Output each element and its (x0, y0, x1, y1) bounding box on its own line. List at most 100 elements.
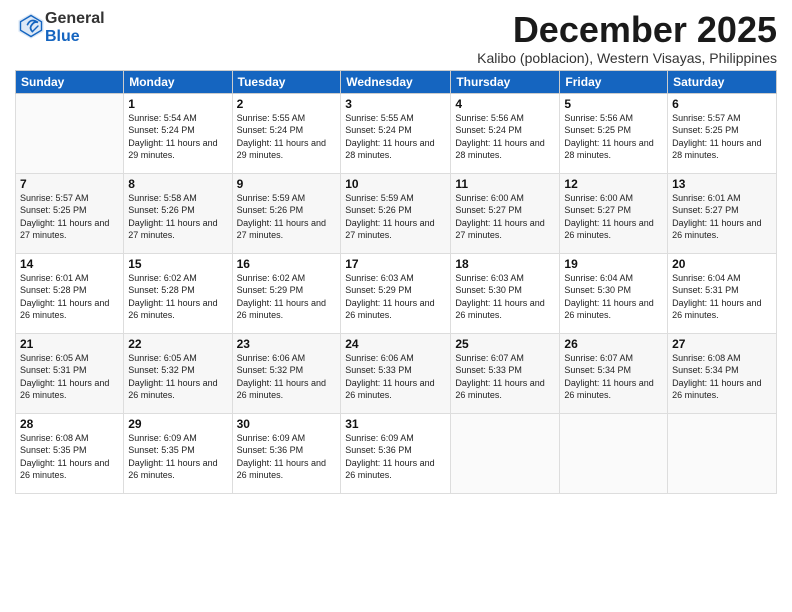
day-number: 26 (564, 337, 663, 351)
calendar-cell: 8Sunrise: 5:58 AM Sunset: 5:26 PM Daylig… (124, 173, 232, 253)
day-info: Sunrise: 5:59 AM Sunset: 5:26 PM Dayligh… (345, 192, 446, 242)
calendar-cell: 24Sunrise: 6:06 AM Sunset: 5:33 PM Dayli… (341, 333, 451, 413)
day-number: 17 (345, 257, 446, 271)
day-info: Sunrise: 5:54 AM Sunset: 5:24 PM Dayligh… (128, 112, 227, 162)
calendar-cell: 16Sunrise: 6:02 AM Sunset: 5:29 PM Dayli… (232, 253, 341, 333)
calendar-cell: 15Sunrise: 6:02 AM Sunset: 5:28 PM Dayli… (124, 253, 232, 333)
calendar-cell: 4Sunrise: 5:56 AM Sunset: 5:24 PM Daylig… (451, 93, 560, 173)
day-info: Sunrise: 5:56 AM Sunset: 5:24 PM Dayligh… (455, 112, 555, 162)
month-title: December 2025 (477, 10, 777, 50)
day-number: 30 (237, 417, 337, 431)
title-area: December 2025 Kalibo (poblacion), Wester… (477, 10, 777, 66)
calendar-table: Sunday Monday Tuesday Wednesday Thursday… (15, 70, 777, 494)
day-info: Sunrise: 6:08 AM Sunset: 5:34 PM Dayligh… (672, 352, 772, 402)
day-number: 22 (128, 337, 227, 351)
header-area: General Blue December 2025 Kalibo (pobla… (15, 10, 777, 66)
day-info: Sunrise: 6:09 AM Sunset: 5:35 PM Dayligh… (128, 432, 227, 482)
calendar-cell (451, 413, 560, 493)
calendar-week-row: 1Sunrise: 5:54 AM Sunset: 5:24 PM Daylig… (16, 93, 777, 173)
day-info: Sunrise: 5:57 AM Sunset: 5:25 PM Dayligh… (20, 192, 119, 242)
calendar-cell: 10Sunrise: 5:59 AM Sunset: 5:26 PM Dayli… (341, 173, 451, 253)
calendar-cell: 25Sunrise: 6:07 AM Sunset: 5:33 PM Dayli… (451, 333, 560, 413)
day-number: 11 (455, 177, 555, 191)
calendar-cell: 22Sunrise: 6:05 AM Sunset: 5:32 PM Dayli… (124, 333, 232, 413)
calendar-week-row: 7Sunrise: 5:57 AM Sunset: 5:25 PM Daylig… (16, 173, 777, 253)
calendar-cell: 30Sunrise: 6:09 AM Sunset: 5:36 PM Dayli… (232, 413, 341, 493)
day-number: 14 (20, 257, 119, 271)
day-number: 18 (455, 257, 555, 271)
day-info: Sunrise: 6:09 AM Sunset: 5:36 PM Dayligh… (345, 432, 446, 482)
calendar-cell: 6Sunrise: 5:57 AM Sunset: 5:25 PM Daylig… (668, 93, 777, 173)
calendar-week-row: 21Sunrise: 6:05 AM Sunset: 5:31 PM Dayli… (16, 333, 777, 413)
day-number: 2 (237, 97, 337, 111)
location-subtitle: Kalibo (poblacion), Western Visayas, Phi… (477, 50, 777, 66)
calendar-cell: 11Sunrise: 6:00 AM Sunset: 5:27 PM Dayli… (451, 173, 560, 253)
day-number: 29 (128, 417, 227, 431)
weekday-header-row: Sunday Monday Tuesday Wednesday Thursday… (16, 70, 777, 93)
day-number: 3 (345, 97, 446, 111)
calendar-cell: 17Sunrise: 6:03 AM Sunset: 5:29 PM Dayli… (341, 253, 451, 333)
day-number: 24 (345, 337, 446, 351)
header-friday: Friday (560, 70, 668, 93)
day-info: Sunrise: 6:05 AM Sunset: 5:31 PM Dayligh… (20, 352, 119, 402)
day-info: Sunrise: 5:55 AM Sunset: 5:24 PM Dayligh… (237, 112, 337, 162)
calendar-cell (16, 93, 124, 173)
calendar-cell: 23Sunrise: 6:06 AM Sunset: 5:32 PM Dayli… (232, 333, 341, 413)
logo-icon (17, 12, 45, 40)
day-number: 21 (20, 337, 119, 351)
day-number: 9 (237, 177, 337, 191)
calendar-cell: 28Sunrise: 6:08 AM Sunset: 5:35 PM Dayli… (16, 413, 124, 493)
calendar-cell: 31Sunrise: 6:09 AM Sunset: 5:36 PM Dayli… (341, 413, 451, 493)
page: General Blue December 2025 Kalibo (pobla… (0, 0, 792, 612)
day-number: 27 (672, 337, 772, 351)
day-number: 6 (672, 97, 772, 111)
day-info: Sunrise: 5:55 AM Sunset: 5:24 PM Dayligh… (345, 112, 446, 162)
day-number: 20 (672, 257, 772, 271)
day-info: Sunrise: 5:59 AM Sunset: 5:26 PM Dayligh… (237, 192, 337, 242)
calendar-cell: 14Sunrise: 6:01 AM Sunset: 5:28 PM Dayli… (16, 253, 124, 333)
day-number: 4 (455, 97, 555, 111)
day-info: Sunrise: 6:06 AM Sunset: 5:32 PM Dayligh… (237, 352, 337, 402)
calendar-cell (560, 413, 668, 493)
day-info: Sunrise: 6:04 AM Sunset: 5:30 PM Dayligh… (564, 272, 663, 322)
day-info: Sunrise: 5:56 AM Sunset: 5:25 PM Dayligh… (564, 112, 663, 162)
calendar-week-row: 14Sunrise: 6:01 AM Sunset: 5:28 PM Dayli… (16, 253, 777, 333)
day-info: Sunrise: 6:00 AM Sunset: 5:27 PM Dayligh… (564, 192, 663, 242)
calendar-cell: 5Sunrise: 5:56 AM Sunset: 5:25 PM Daylig… (560, 93, 668, 173)
logo-general: General (45, 10, 105, 28)
day-info: Sunrise: 6:02 AM Sunset: 5:28 PM Dayligh… (128, 272, 227, 322)
day-info: Sunrise: 6:09 AM Sunset: 5:36 PM Dayligh… (237, 432, 337, 482)
day-info: Sunrise: 5:57 AM Sunset: 5:25 PM Dayligh… (672, 112, 772, 162)
header-wednesday: Wednesday (341, 70, 451, 93)
day-info: Sunrise: 6:08 AM Sunset: 5:35 PM Dayligh… (20, 432, 119, 482)
calendar-week-row: 28Sunrise: 6:08 AM Sunset: 5:35 PM Dayli… (16, 413, 777, 493)
header-saturday: Saturday (668, 70, 777, 93)
day-info: Sunrise: 6:06 AM Sunset: 5:33 PM Dayligh… (345, 352, 446, 402)
day-number: 1 (128, 97, 227, 111)
calendar-cell (668, 413, 777, 493)
day-info: Sunrise: 6:02 AM Sunset: 5:29 PM Dayligh… (237, 272, 337, 322)
calendar-cell: 2Sunrise: 5:55 AM Sunset: 5:24 PM Daylig… (232, 93, 341, 173)
day-number: 23 (237, 337, 337, 351)
calendar-cell: 7Sunrise: 5:57 AM Sunset: 5:25 PM Daylig… (16, 173, 124, 253)
day-number: 16 (237, 257, 337, 271)
day-info: Sunrise: 6:04 AM Sunset: 5:31 PM Dayligh… (672, 272, 772, 322)
header-sunday: Sunday (16, 70, 124, 93)
day-number: 5 (564, 97, 663, 111)
day-info: Sunrise: 6:05 AM Sunset: 5:32 PM Dayligh… (128, 352, 227, 402)
calendar-cell: 9Sunrise: 5:59 AM Sunset: 5:26 PM Daylig… (232, 173, 341, 253)
day-number: 12 (564, 177, 663, 191)
calendar-cell: 18Sunrise: 6:03 AM Sunset: 5:30 PM Dayli… (451, 253, 560, 333)
day-number: 13 (672, 177, 772, 191)
day-number: 31 (345, 417, 446, 431)
calendar-cell: 3Sunrise: 5:55 AM Sunset: 5:24 PM Daylig… (341, 93, 451, 173)
header-monday: Monday (124, 70, 232, 93)
calendar-cell: 1Sunrise: 5:54 AM Sunset: 5:24 PM Daylig… (124, 93, 232, 173)
day-info: Sunrise: 6:00 AM Sunset: 5:27 PM Dayligh… (455, 192, 555, 242)
logo: General Blue (15, 10, 105, 46)
day-number: 7 (20, 177, 119, 191)
calendar-cell: 26Sunrise: 6:07 AM Sunset: 5:34 PM Dayli… (560, 333, 668, 413)
day-info: Sunrise: 6:03 AM Sunset: 5:30 PM Dayligh… (455, 272, 555, 322)
day-number: 25 (455, 337, 555, 351)
header-thursday: Thursday (451, 70, 560, 93)
